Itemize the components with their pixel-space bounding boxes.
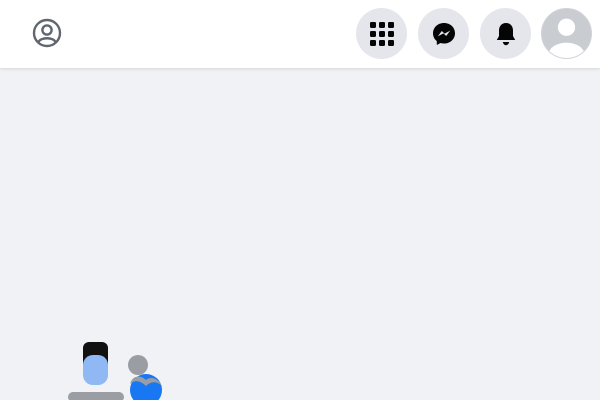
notifications-button[interactable] (480, 8, 531, 59)
bell-icon (496, 22, 515, 45)
illustration-person-body (68, 392, 124, 400)
grid-menu-icon (369, 21, 394, 46)
menu-button[interactable] (356, 8, 407, 59)
illustration-face (83, 355, 108, 385)
people-illustration (66, 340, 176, 400)
top-navigation-bar (0, 0, 600, 68)
avatar-icon (548, 18, 585, 58)
illustration-second-head (128, 355, 148, 375)
messenger-icon (432, 22, 455, 45)
messenger-button[interactable] (418, 8, 469, 59)
account-avatar-button[interactable] (541, 8, 592, 59)
profile-circle-icon[interactable] (30, 16, 64, 50)
